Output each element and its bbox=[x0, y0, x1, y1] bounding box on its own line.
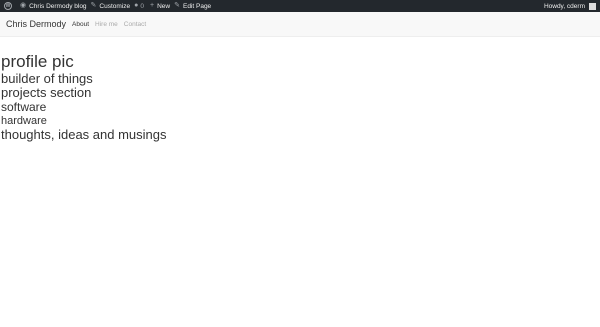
heading-software: software bbox=[1, 100, 47, 115]
admin-edit-page-label: Edit Page bbox=[182, 2, 212, 10]
admin-site-name[interactable]: ◉ Chris Dermody blog bbox=[20, 0, 87, 12]
pencil-icon: ✎ bbox=[174, 2, 180, 9]
nav-link-contact[interactable]: Contact bbox=[124, 21, 146, 28]
dashboard-icon: ◉ bbox=[20, 2, 27, 9]
nav-link-hire-me[interactable]: Hire me bbox=[95, 21, 118, 28]
admin-edit-page[interactable]: ✎ Edit Page bbox=[174, 0, 211, 12]
admin-site-name-label: Chris Dermody blog bbox=[29, 2, 87, 10]
wordpress-logo-icon[interactable]: W bbox=[4, 2, 12, 10]
admin-new-label: New bbox=[157, 2, 171, 10]
avatar bbox=[589, 2, 596, 10]
plus-icon: + bbox=[150, 2, 155, 9]
main-content: profile pic builder of things projects s… bbox=[0, 37, 600, 143]
admin-greeting: Howdy, cderm bbox=[543, 2, 585, 10]
admin-customize-label: Customize bbox=[99, 2, 131, 10]
heading-thoughts: thoughts, ideas and musings bbox=[1, 126, 167, 142]
admin-customize[interactable]: ✎ Customize bbox=[91, 0, 131, 12]
comment-icon: ● bbox=[134, 2, 139, 9]
admin-bar: W ◉ Chris Dermody blog ✎ Customize ● 0 +… bbox=[0, 0, 600, 12]
site-brand[interactable]: Chris Dermody bbox=[6, 19, 66, 29]
heading-projects-section: projects section bbox=[1, 85, 92, 101]
admin-new[interactable]: + New bbox=[150, 0, 170, 12]
admin-account[interactable]: Howdy, cderm bbox=[544, 0, 596, 12]
site-navbar: Chris Dermody About Hire me Contact bbox=[0, 12, 600, 37]
nav-link-about[interactable]: About bbox=[72, 21, 89, 28]
brush-icon: ✎ bbox=[90, 2, 97, 9]
heading-hardware: hardware bbox=[1, 115, 47, 128]
comments-count: 0 bbox=[140, 2, 144, 10]
heading-profile-pic: profile pic bbox=[1, 52, 74, 71]
heading-builder-of-things: builder of things bbox=[1, 70, 93, 86]
admin-comments[interactable]: ● 0 bbox=[134, 0, 146, 12]
